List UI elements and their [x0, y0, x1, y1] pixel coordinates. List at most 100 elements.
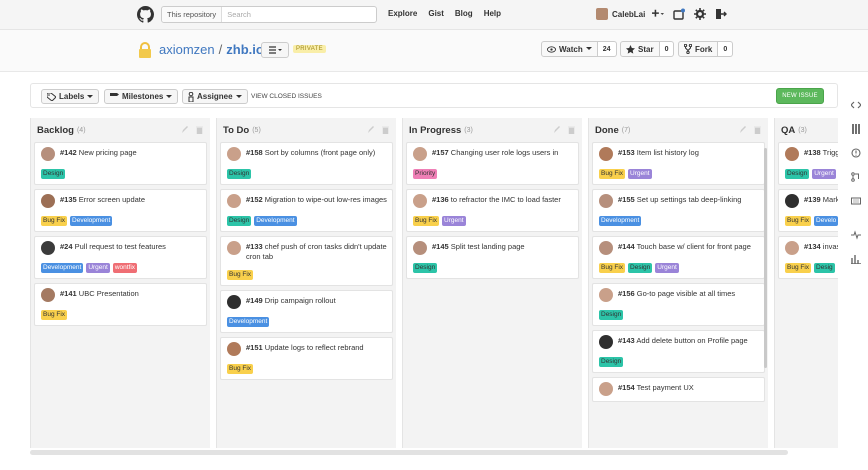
issue-card[interactable]: #155 Set up settings tab deep-linking Dev… [592, 189, 765, 232]
issue-label[interactable]: Desig [814, 263, 835, 273]
issue-card[interactable]: #156 Go-to page visible at all times Desi… [592, 283, 765, 326]
issue-card[interactable]: #152 Migration to wipe-out low-res image… [220, 189, 393, 232]
milestones-filter-button[interactable]: Milestones [104, 89, 179, 104]
graphs-icon[interactable] [851, 254, 861, 264]
issue-card[interactable]: #157 Changing user role logs users in Pri… [406, 142, 579, 185]
trash-icon[interactable] [382, 126, 389, 134]
issue-label[interactable]: Development [599, 216, 642, 226]
label-list: Design Development [227, 216, 387, 226]
issue-card[interactable]: #158 Sort by columns (front page only) De… [220, 142, 393, 185]
labels-filter-button[interactable]: Labels [41, 89, 100, 104]
issue-card[interactable]: #134 invas always be Bug FixDesig [778, 236, 838, 279]
view-closed-issues-link[interactable]: VIEW CLOSED ISSUES [251, 93, 322, 100]
nav-explore[interactable]: Explore [388, 9, 417, 18]
issue-card[interactable]: #144 Touch base w/ client for front page… [592, 236, 765, 279]
star-button[interactable]: Star [620, 41, 660, 57]
assignee-filter-button[interactable]: Assignee [182, 89, 248, 104]
star-count[interactable]: 0 [659, 41, 675, 57]
issue-card[interactable]: #145 Split test landing page Design [406, 236, 579, 279]
issue-label[interactable]: Bug Fix [599, 263, 626, 273]
issue-card[interactable]: #143 Add delete button on Profile page De… [592, 330, 765, 373]
nav-blog[interactable]: Blog [455, 9, 473, 18]
issue-title-text: Test payment UX [636, 383, 694, 392]
issue-label[interactable]: Design [227, 216, 252, 226]
issue-label[interactable]: Design [785, 169, 810, 179]
issue-card[interactable]: #135 Error screen update Bug Fix Developme… [34, 189, 207, 232]
issue-card[interactable]: #142 New pricing page Design [34, 142, 207, 185]
watch-button[interactable]: Watch [541, 41, 598, 57]
issue-card[interactable]: #154 Test payment UX [592, 377, 765, 402]
issue-label[interactable]: Design [628, 263, 653, 273]
issue-label[interactable]: Priority [413, 169, 438, 179]
issue-label[interactable]: Bug Fix [227, 270, 254, 280]
issue-label[interactable]: Bug Fix [413, 216, 440, 226]
code-icon[interactable] [851, 100, 861, 110]
issue-card[interactable]: #149 Drip campaign rollout Development [220, 290, 393, 333]
trash-icon[interactable] [754, 126, 761, 134]
notifications-icon[interactable] [673, 8, 685, 20]
sign-out-icon[interactable] [715, 8, 727, 20]
pull-request-icon[interactable] [851, 172, 861, 182]
issue-label[interactable]: Bug Fix [599, 169, 626, 179]
repo-owner[interactable]: axiomzen [159, 42, 215, 57]
nav-help[interactable]: Help [484, 9, 501, 18]
issue-card[interactable]: #139 Mark emphasis Bug FixDevelo [778, 189, 838, 232]
issue-label[interactable]: Design [227, 169, 252, 179]
issue-label[interactable]: wontfix [112, 263, 138, 273]
issue-card[interactable]: #138 Trigg Design Urgent [778, 142, 838, 185]
new-issue-button[interactable]: NEW ISSUE [776, 88, 824, 104]
issue-label[interactable]: Design [413, 263, 438, 273]
issue-label[interactable]: Design [41, 169, 66, 179]
nav-gist[interactable]: Gist [428, 9, 444, 18]
issue-title: #145 Split test landing page [432, 242, 525, 252]
issue-label[interactable]: Urgent [86, 263, 110, 273]
done-column-scrollbar[interactable] [764, 148, 767, 368]
search-box[interactable]: This repository Search [161, 6, 377, 23]
wiki-icon[interactable] [851, 196, 861, 206]
issue-label[interactable]: Design [599, 310, 624, 320]
repo-list-dropdown[interactable] [261, 42, 289, 58]
user-menu[interactable]: CalebLai [596, 8, 645, 20]
issue-card[interactable]: #141 UBC Presentation Bug Fix [34, 283, 207, 326]
issues-icon[interactable] [851, 148, 861, 158]
plus-dropdown-icon[interactable] [652, 8, 664, 20]
issue-card[interactable]: #151 Update logs to reflect rebrand Bug F… [220, 337, 393, 380]
issue-card[interactable]: #136 to refractor the IMC to load faster… [406, 189, 579, 232]
pulse-icon[interactable] [851, 230, 861, 240]
issue-label[interactable]: Development [70, 216, 113, 226]
issue-label[interactable]: Development [254, 216, 297, 226]
watch-count[interactable]: 24 [597, 41, 617, 57]
issue-label[interactable]: Design [599, 357, 624, 367]
pencil-icon[interactable] [553, 126, 560, 134]
fork-button[interactable]: Fork [678, 41, 719, 57]
repo-name[interactable]: zhb.io [226, 42, 264, 57]
issue-label[interactable]: Bug Fix [785, 216, 812, 226]
issue-label[interactable]: Development [41, 263, 84, 273]
trash-icon[interactable] [196, 126, 203, 134]
chevron-down-icon [585, 47, 592, 50]
issue-label[interactable]: Bug Fix [785, 263, 812, 273]
search-input[interactable]: Search [222, 10, 251, 19]
board-horizontal-scrollbar[interactable] [30, 450, 788, 455]
settings-gear-icon[interactable] [694, 8, 706, 20]
issue-label[interactable]: Bug Fix [41, 216, 68, 226]
issue-label[interactable]: Urgent [442, 216, 466, 226]
issue-card[interactable]: #24 Pull request to test features Develop… [34, 236, 207, 279]
search-scope[interactable]: This repository [162, 7, 223, 22]
issue-card[interactable]: #153 Item list history log Bug Fix Urgent [592, 142, 765, 185]
trash-icon[interactable] [568, 126, 575, 134]
issue-label[interactable]: Bug Fix [41, 310, 68, 320]
github-logo-icon[interactable] [137, 6, 154, 23]
pencil-icon[interactable] [739, 126, 746, 134]
issue-label[interactable]: Urgent [628, 169, 652, 179]
pencil-icon[interactable] [181, 126, 188, 134]
fork-count[interactable]: 0 [718, 41, 734, 57]
issue-label[interactable]: Urgent [655, 263, 679, 273]
board-icon[interactable] [851, 124, 861, 134]
issue-label[interactable]: Urgent [812, 169, 836, 179]
issue-label[interactable]: Development [227, 317, 270, 327]
issue-label[interactable]: Bug Fix [227, 364, 254, 374]
issue-card[interactable]: #133 chef push of cron tasks didn't upda… [220, 236, 393, 286]
pencil-icon[interactable] [367, 126, 374, 134]
issue-label[interactable]: Develo [814, 216, 838, 226]
